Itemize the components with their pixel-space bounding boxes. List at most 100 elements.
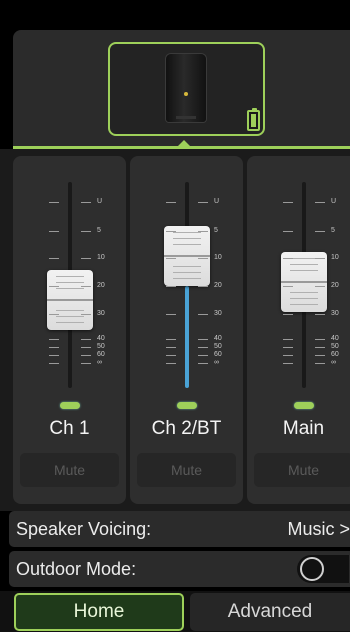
device-card[interactable] xyxy=(108,42,265,136)
scale-tick xyxy=(283,339,293,340)
scale-tick xyxy=(166,286,176,287)
scale-tick xyxy=(315,202,325,203)
scale-tick xyxy=(315,231,325,232)
scale-tick xyxy=(198,231,208,232)
speaker-icon xyxy=(166,54,206,122)
channel-name: Ch 2/BT xyxy=(151,418,222,439)
scale-tick xyxy=(315,286,325,287)
scale-label: 5 xyxy=(331,227,335,234)
scale-tick xyxy=(315,355,325,356)
mute-button[interactable]: Mute xyxy=(254,453,350,487)
scale-tick xyxy=(81,286,91,287)
signal-led xyxy=(60,402,80,409)
speaker-logo xyxy=(184,92,188,96)
scale-tick xyxy=(198,363,208,364)
fader-grip-line xyxy=(56,276,84,277)
scale-tick xyxy=(198,339,208,340)
scale-label: 30 xyxy=(97,310,105,317)
fader-grip-line xyxy=(56,282,84,283)
toggle-knob[interactable] xyxy=(300,557,324,581)
speaker-voicing-value[interactable]: Music > xyxy=(287,511,350,547)
scale-label: 30 xyxy=(214,310,222,317)
speaker-voicing-row[interactable]: Speaker Voicing: Music > xyxy=(9,511,350,547)
scale-label: 20 xyxy=(214,282,222,289)
fader-grip-line xyxy=(56,288,84,289)
scale-tick xyxy=(198,347,208,348)
scale-tick xyxy=(81,339,91,340)
scale-label: 40 xyxy=(214,335,222,342)
fader-knob[interactable] xyxy=(164,226,210,286)
channel-strip-ch2: Ch 2/BT Mute U 5 10 20 30 40 50 60 ∞ xyxy=(130,156,243,504)
scale-label: ∞ xyxy=(331,359,336,366)
scale-tick xyxy=(283,314,293,315)
scale-tick xyxy=(315,258,325,259)
scale-label: ∞ xyxy=(214,359,219,366)
scale-tick xyxy=(198,258,208,259)
fader-grip-line xyxy=(173,238,201,239)
channel-name: Main xyxy=(282,418,325,439)
scale-label: 10 xyxy=(214,254,222,261)
scale-tick xyxy=(283,286,293,287)
scale-tick xyxy=(166,347,176,348)
channel-name: Ch 1 xyxy=(49,418,90,439)
scale-tick xyxy=(198,286,208,287)
scale-tick xyxy=(49,347,59,348)
battery-level xyxy=(251,114,256,127)
scale-tick xyxy=(315,339,325,340)
tab-home[interactable]: Home xyxy=(14,593,184,631)
scale-tick xyxy=(81,231,91,232)
battery-icon xyxy=(247,108,260,131)
scale-tick xyxy=(166,355,176,356)
tab-advanced[interactable]: Advanced xyxy=(190,593,350,631)
fader-knob[interactable] xyxy=(47,270,93,330)
scale-tick xyxy=(81,363,91,364)
fader-grip-line xyxy=(290,298,318,299)
scale-label: 50 xyxy=(214,343,222,350)
scale-tick xyxy=(283,355,293,356)
scale-label: 20 xyxy=(97,282,105,289)
scale-tick xyxy=(166,339,176,340)
scale-tick xyxy=(81,314,91,315)
scale-tick xyxy=(315,314,325,315)
scale-tick xyxy=(166,202,176,203)
fader-grip-line xyxy=(290,264,318,265)
fader-grip-line xyxy=(173,278,201,279)
fader-grip-line xyxy=(173,244,201,245)
outdoor-mode-toggle[interactable] xyxy=(297,555,349,583)
scale-tick xyxy=(81,202,91,203)
scale-label: ∞ xyxy=(97,359,102,366)
scale-tick xyxy=(81,258,91,259)
scale-label: 50 xyxy=(331,343,339,350)
scale-tick xyxy=(166,231,176,232)
scale-label: 20 xyxy=(331,282,339,289)
mute-button[interactable]: Mute xyxy=(20,453,119,487)
signal-led xyxy=(177,402,197,409)
scale-tick xyxy=(166,258,176,259)
scale-tick xyxy=(198,202,208,203)
fader-grip-line xyxy=(290,270,318,271)
signal-led xyxy=(294,402,314,409)
scale-tick xyxy=(166,363,176,364)
fader-grip-line xyxy=(56,310,84,311)
scale-label: 30 xyxy=(331,310,339,317)
mute-button[interactable]: Mute xyxy=(137,453,236,487)
channel-strip-main: Main Mute U 5 10 20 30 40 50 60 ∞ xyxy=(247,156,350,504)
fader-grip-line xyxy=(290,258,318,259)
fader-knob[interactable] xyxy=(281,252,327,312)
outdoor-mode-label: Outdoor Mode: xyxy=(16,559,137,579)
scale-tick xyxy=(315,347,325,348)
scale-label: U xyxy=(331,198,337,205)
fader-grip-line xyxy=(290,304,318,305)
scale-tick xyxy=(283,258,293,259)
device-selector-pointer xyxy=(177,140,191,147)
scale-tick xyxy=(49,355,59,356)
scale-label: 10 xyxy=(97,254,105,261)
scale-label: 40 xyxy=(97,335,105,342)
scale-tick xyxy=(49,231,59,232)
scale-tick xyxy=(166,314,176,315)
scale-label: 60 xyxy=(214,351,222,358)
scale-label: 10 xyxy=(331,254,339,261)
fader-grip-line xyxy=(173,272,201,273)
scale-label: 5 xyxy=(214,227,218,234)
scale-tick xyxy=(283,202,293,203)
